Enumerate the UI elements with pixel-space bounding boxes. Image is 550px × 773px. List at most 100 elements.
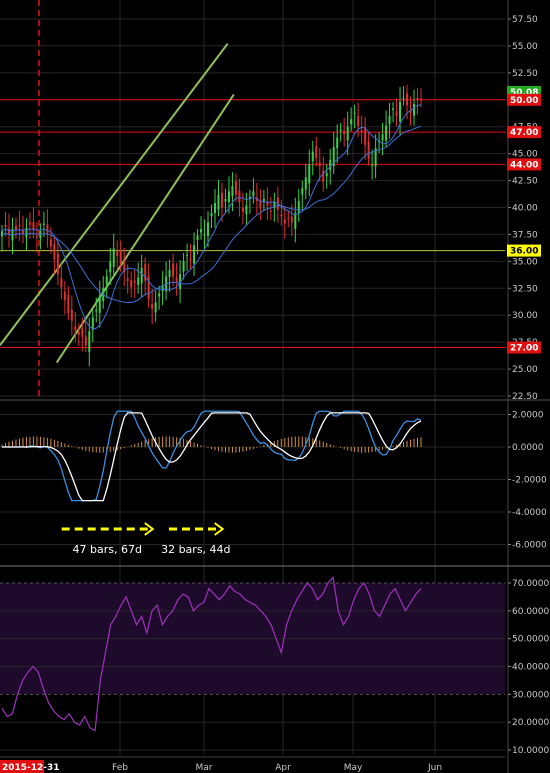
candle-body: [231, 185, 234, 197]
candle-body: [241, 207, 244, 212]
month-label: Apr: [275, 763, 291, 773]
price-axis-label: 57.50: [512, 15, 538, 25]
level-badge-label: 50.00: [510, 96, 538, 106]
candle-body: [308, 164, 311, 184]
month-label: Jun: [427, 763, 442, 773]
candle-body: [14, 225, 17, 231]
candle-body: [74, 326, 77, 331]
candle-body: [81, 328, 84, 337]
candle-body: [252, 191, 255, 196]
candle-body: [70, 309, 73, 321]
candle-body: [325, 173, 328, 177]
candle-body: [416, 97, 419, 100]
candle-body: [151, 303, 154, 309]
candle-body: [193, 245, 196, 264]
candle-body: [133, 280, 136, 283]
level-badge: 50.00: [507, 93, 541, 106]
candle-body: [130, 280, 133, 288]
candle-body: [1, 231, 3, 237]
candle-body: [388, 115, 391, 125]
duration-annotation: 47 bars, 67d: [73, 543, 142, 556]
candle-body: [402, 97, 405, 99]
candle-body: [7, 228, 10, 235]
candle-body: [186, 254, 189, 256]
candle-body: [84, 336, 87, 346]
candle-body: [392, 108, 395, 110]
candle-body: [336, 137, 339, 149]
candle-body: [158, 293, 161, 297]
candle-body: [420, 98, 422, 100]
candle-body: [95, 309, 98, 312]
level-badge-label: 27.00: [510, 344, 538, 354]
candle-body: [318, 162, 321, 167]
candle-body: [140, 267, 143, 284]
candle-body: [39, 231, 42, 239]
rsi-axis-label: 60.0000: [512, 607, 549, 617]
candle-body: [339, 129, 342, 132]
rsi-axis-label: 30.0000: [512, 690, 549, 700]
candle-body: [224, 198, 227, 202]
macd-line: [2, 410, 422, 502]
candle-body: [4, 224, 7, 227]
macd-axis-label: -2.0000: [512, 476, 547, 486]
candle-body: [220, 192, 223, 208]
rsi-axis-label: 40.0000: [512, 663, 549, 673]
candle-body: [297, 201, 300, 213]
candle-body: [301, 188, 304, 195]
candle-body: [119, 249, 122, 264]
rsi-axis-label: 10.0000: [512, 746, 549, 756]
candle-body: [60, 278, 63, 288]
price-axis-label: 35.00: [512, 257, 538, 267]
candle-body: [364, 127, 367, 146]
price-axis-label: 25.00: [512, 365, 538, 375]
candle-body: [126, 278, 129, 281]
candle-body: [56, 253, 59, 275]
price-axis-label: 40.00: [512, 204, 538, 214]
candle-body: [203, 234, 206, 236]
candle-body: [353, 112, 356, 114]
candle-body: [109, 261, 112, 273]
price-axis-label: 45.00: [512, 150, 538, 160]
candle-body: [395, 111, 398, 116]
candle-body: [381, 134, 384, 141]
level-badge-label: 36.00: [510, 247, 538, 257]
candle-body: [350, 119, 353, 125]
candle-body: [88, 331, 91, 352]
candle-body: [28, 222, 31, 225]
candle-body: [343, 130, 346, 135]
month-label: Feb: [112, 763, 128, 773]
rsi-axis-label: 20.0000: [512, 718, 549, 728]
level-badge: 44.00: [507, 158, 541, 171]
candle-body: [21, 230, 24, 234]
level-badge: 27.00: [507, 341, 541, 354]
candle-body: [315, 146, 318, 158]
candle-body: [360, 130, 363, 133]
candle-body: [67, 295, 70, 314]
candle-body: [213, 203, 216, 214]
candle-body: [227, 191, 230, 203]
candle-body: [371, 164, 374, 166]
candle-body: [172, 263, 175, 277]
chart-canvas: 57.5055.0052.5050.0047.5045.0042.5040.00…: [0, 0, 550, 773]
start-date-badge: 2015-12-31: [0, 760, 60, 773]
price-axis-label: 37.50: [512, 230, 538, 240]
candle-body: [137, 277, 140, 285]
candle-body: [77, 332, 80, 335]
price-axis-label: 42.50: [512, 177, 538, 187]
price-axis-label: 55.00: [512, 42, 538, 52]
candle-body: [406, 93, 409, 106]
candle-body: [207, 222, 210, 236]
signal-line: [2, 412, 422, 502]
candle-body: [116, 251, 119, 256]
price-axis-label: 30.00: [512, 311, 538, 321]
candle-body: [238, 190, 241, 203]
candle-body: [269, 210, 272, 212]
candle-body: [112, 248, 115, 267]
candle-body: [200, 229, 203, 233]
candle-body: [98, 295, 101, 313]
level-badge: 47.00: [507, 126, 541, 139]
candle-body: [346, 126, 349, 141]
candle-body: [283, 219, 286, 224]
candle-body: [413, 104, 416, 116]
macd-axis-label: 2.0000: [512, 411, 544, 421]
